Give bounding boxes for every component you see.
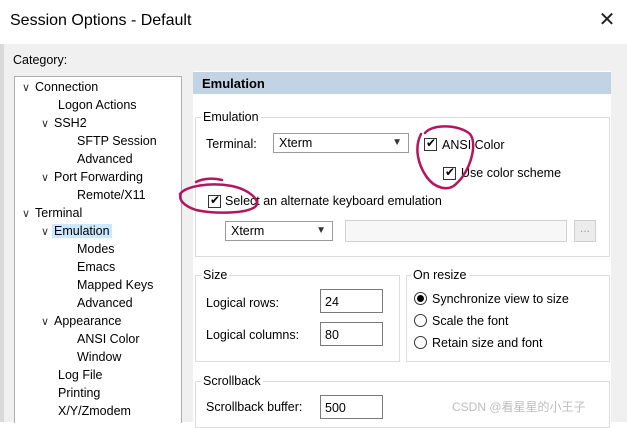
tree-item-logon-actions[interactable]: Logon Actions bbox=[56, 96, 139, 114]
logical-columns-input[interactable]: 80 bbox=[320, 322, 383, 346]
chevron-down-icon[interactable]: ∨ bbox=[38, 169, 52, 187]
radio-retain-size-label: Retain size and font bbox=[432, 336, 543, 350]
color-scheme-label: Use color scheme bbox=[461, 166, 562, 180]
window-title: Session Options - Default bbox=[10, 12, 192, 29]
tree-item-emulation-advanced[interactable]: Advanced bbox=[75, 294, 135, 312]
tree-item-printing[interactable]: Printing bbox=[56, 384, 102, 402]
tree-item-ssh2-advanced[interactable]: Advanced bbox=[75, 150, 135, 168]
terminal-label: Terminal: bbox=[206, 137, 257, 151]
tree-item-mapped-keys[interactable]: Mapped Keys bbox=[75, 276, 155, 294]
chevron-down-icon: ▼ bbox=[392, 137, 402, 148]
section-header: Emulation bbox=[193, 72, 611, 94]
radio-synchronize[interactable] bbox=[414, 292, 427, 305]
tree-item-emulation[interactable]: ∨ Emulation bbox=[38, 222, 112, 240]
terminal-dropdown[interactable]: Xterm ▼ bbox=[273, 133, 409, 153]
tree-item-terminal[interactable]: ∨ Terminal bbox=[19, 204, 84, 222]
scrollback-group-title: Scrollback bbox=[201, 374, 263, 388]
check-icon: ✔ bbox=[445, 165, 456, 179]
category-label: Category: bbox=[13, 53, 68, 67]
on-resize-group-title: On resize bbox=[411, 268, 469, 282]
logical-rows-label: Logical rows: bbox=[206, 296, 279, 310]
tree-item-xyzmodem[interactable]: X/Y/Zmodem bbox=[56, 402, 133, 420]
tree-item-port-forwarding[interactable]: ∨ Port Forwarding bbox=[38, 168, 145, 186]
tree-item-emacs[interactable]: Emacs bbox=[75, 258, 117, 276]
tree-item-log-file[interactable]: Log File bbox=[56, 366, 104, 384]
browse-button[interactable]: ... bbox=[574, 220, 596, 242]
chevron-down-icon: ▼ bbox=[316, 225, 326, 236]
watermark: CSDN @看星星的小王子 bbox=[452, 400, 586, 414]
keyboard-dropdown[interactable]: Xterm ▼ bbox=[225, 221, 333, 241]
radio-retain-size[interactable] bbox=[414, 336, 427, 349]
check-icon: ✔ bbox=[426, 136, 437, 150]
tree-item-connection[interactable]: ∨ Connection bbox=[19, 78, 100, 96]
category-tree[interactable]: ∨ Connection Logon Actions ∨ SSH2 SFTP Ses… bbox=[14, 76, 182, 423]
chevron-down-icon[interactable]: ∨ bbox=[19, 205, 33, 223]
left-edge bbox=[0, 44, 4, 422]
ansi-color-checkbox[interactable]: ✔ bbox=[424, 136, 437, 151]
check-icon: ✔ bbox=[210, 193, 221, 207]
tree-item-modes[interactable]: Modes bbox=[75, 240, 117, 258]
size-group-title: Size bbox=[201, 268, 230, 282]
scrollback-buffer-input[interactable]: 500 bbox=[320, 395, 383, 419]
alt-keyboard-label: Select an alternate keyboard emulation bbox=[225, 194, 442, 208]
tree-item-remote-x11[interactable]: Remote/X11 bbox=[75, 186, 148, 204]
tree-item-ssh2[interactable]: ∨ SSH2 bbox=[38, 114, 89, 132]
chevron-down-icon[interactable]: ∨ bbox=[38, 115, 52, 133]
chevron-down-icon[interactable]: ∨ bbox=[38, 223, 52, 241]
radio-scale-font[interactable] bbox=[414, 314, 427, 327]
tree-item-ansi-color[interactable]: ANSI Color bbox=[75, 330, 142, 348]
radio-synchronize-label: Synchronize view to size bbox=[432, 292, 569, 306]
emulation-group-title: Emulation bbox=[201, 110, 261, 124]
ansi-color-label: ANSI Color bbox=[442, 138, 505, 152]
tree-item-appearance[interactable]: ∨ Appearance bbox=[38, 312, 123, 330]
chevron-down-icon[interactable]: ∨ bbox=[38, 313, 52, 331]
tree-item-window[interactable]: Window bbox=[75, 348, 123, 366]
logical-columns-label: Logical columns: bbox=[206, 328, 300, 342]
logical-rows-input[interactable]: 24 bbox=[320, 289, 383, 313]
chevron-down-icon[interactable]: ∨ bbox=[19, 79, 33, 97]
radio-dot bbox=[417, 295, 424, 302]
keyboard-file-input[interactable] bbox=[345, 220, 567, 242]
alt-keyboard-checkbox[interactable]: ✔ bbox=[208, 193, 221, 208]
radio-scale-font-label: Scale the font bbox=[432, 314, 509, 328]
scrollback-buffer-label: Scrollback buffer: bbox=[206, 400, 303, 414]
color-scheme-checkbox[interactable]: ✔ bbox=[443, 165, 456, 180]
tree-item-sftp-session[interactable]: SFTP Session bbox=[75, 132, 159, 150]
close-icon[interactable]: ✕ bbox=[597, 10, 617, 30]
